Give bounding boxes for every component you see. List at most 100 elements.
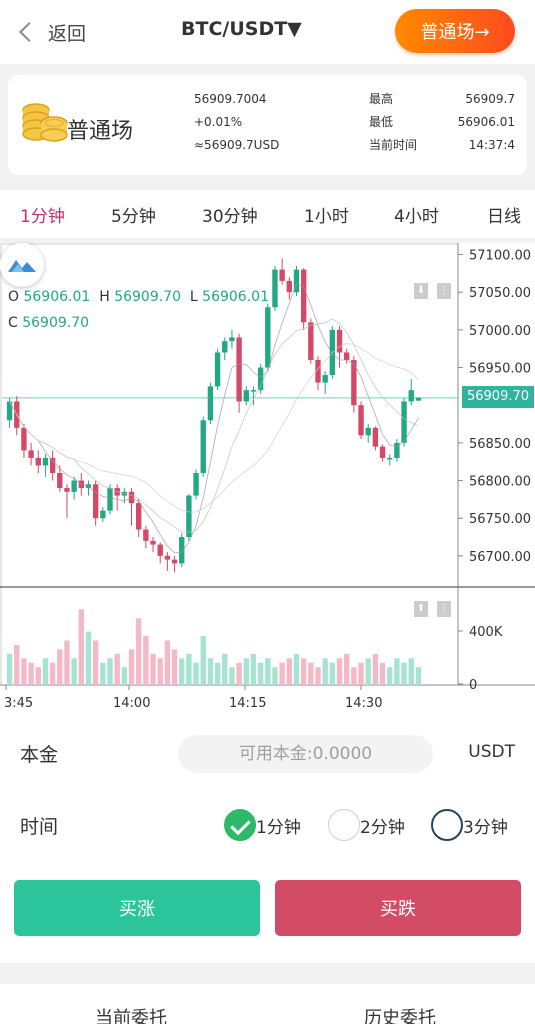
option-3min[interactable]: 3分钟 [431,808,508,842]
price-change: +0.01% [194,115,243,129]
principal-label: 本金 [20,744,59,766]
option-2min[interactable]: 2分钟 [328,808,405,842]
volume-bar [136,618,142,685]
page: 返回 BTC/USDT▼ 普通场→ 普通场 56909.7004 +0.01% … [0,0,535,1024]
time-value: 14:37:4 [468,138,515,152]
candle-body [42,457,49,466]
candle-body [179,537,185,564]
stat-values: 56909.7 56906.01 14:37:4 [458,88,515,157]
volume-bar [28,662,34,685]
candle-body [150,540,156,545]
candle-body [401,401,407,443]
volume-bar [78,609,84,685]
volume-bar [358,662,364,685]
back-button[interactable]: 返回 [18,18,86,46]
high-value: 56909.70 [114,289,181,305]
unit-label: USDT [468,742,515,762]
time-label: 时间 [20,816,59,838]
volume-bar [394,658,400,685]
volume-bar [186,653,192,685]
price-tick-label: 57100.00 [469,249,531,264]
volume-bar [85,631,92,685]
volume-bar [193,662,199,685]
tab-4h[interactable]: 4小时 [394,202,439,227]
volume-bar [207,658,214,685]
volume-bar [250,653,257,685]
candle-body [265,307,271,368]
high-label: 最高 [369,92,394,106]
candle-body [322,375,328,383]
candle-body [300,269,307,323]
tab-1min[interactable]: 1分钟 [20,202,65,227]
volume-bar [6,653,13,685]
tab-5min[interactable]: 5分钟 [111,202,156,227]
tab-30min[interactable]: 30分钟 [202,202,258,227]
option-1min[interactable]: 1分钟 [224,808,301,842]
buy-up-button[interactable]: 买涨 [14,880,260,936]
close-label: C [8,315,18,331]
price-tick-label: 56800.00 [469,475,531,490]
arrow-down-icon[interactable]: ⬇ [414,283,428,299]
candle-body [186,495,192,538]
tab-current-orders[interactable]: 当前委托 [95,1004,167,1024]
candle-body [35,457,41,466]
volume-bar [322,658,328,685]
volume-tick-label: 400K [469,625,503,640]
tab-daily[interactable]: 日线 [487,202,521,227]
time-label: 当前时间 [369,138,418,152]
volume-bar [21,658,27,685]
buy-down-button[interactable]: 买跌 [275,880,521,936]
volume-bar [229,667,235,685]
volume-bar [164,640,171,685]
time-tick-label: 14:30 [345,696,382,711]
pair-selector[interactable]: BTC/USDT▼ [181,18,302,40]
radio-icon[interactable] [431,809,463,841]
candle-body [243,390,249,402]
tab-1h[interactable]: 1小时 [304,202,349,227]
usd-price: ≈56909.7USD [194,138,280,152]
amount-input[interactable] [178,735,433,773]
order-form: 本金 USDT 时间 1分钟 2分钟 3分钟 买涨 买跌 [0,718,535,963]
volume-bar [14,644,20,685]
candle-body [207,386,214,421]
option-label: 3分钟 [463,817,508,838]
top-bar: 返回 BTC/USDT▼ 普通场→ [0,0,535,64]
candle-body [408,390,414,402]
menu-icon-volume[interactable]: ⋮ [437,601,451,617]
option-label: 2分钟 [360,817,405,838]
tab-order-history[interactable]: 历史委托 [364,1004,436,1024]
arrow-up-icon[interactable]: ⬆ [414,601,428,617]
volume-bar [150,653,156,685]
volume-bar [272,667,278,685]
volume-bar [365,658,371,685]
mode-button[interactable]: 普通场→ [395,9,515,53]
candle-body [92,484,99,519]
volume-bar [315,667,321,685]
volume-bar [372,653,379,685]
volume-bar [415,667,422,685]
volume-bar [92,640,99,685]
candle-body [286,280,292,293]
open-label: O [8,289,20,305]
volume-bar [257,662,264,685]
kline-chart[interactable]: 57100.00 57050.00 57000.00 56950.00 56850.00… [0,243,535,718]
price-column: 56909.7004 +0.01% ≈56909.7USD [194,88,279,157]
volume-bar [401,662,407,685]
candle-body [57,473,63,489]
market-info-card: 普通场 56909.7004 +0.01% ≈56909.7USD 最高 最低 … [8,75,527,175]
menu-icon[interactable]: ⋮ [437,283,451,299]
candle-body [64,488,70,492]
candle-body [136,503,142,530]
orders-tabs: 当前委托 历史委托 [0,984,535,1024]
radio-icon[interactable] [328,809,360,841]
candle-body [49,457,56,473]
volume-bar [308,662,314,685]
back-label: 返回 [48,22,87,45]
candle-body [164,555,171,560]
candle-body [71,480,77,492]
checked-icon[interactable] [224,809,256,841]
volume-bar [143,636,149,685]
volume-bar [279,662,285,685]
volume-bar [49,662,56,685]
candle-body [193,473,199,496]
